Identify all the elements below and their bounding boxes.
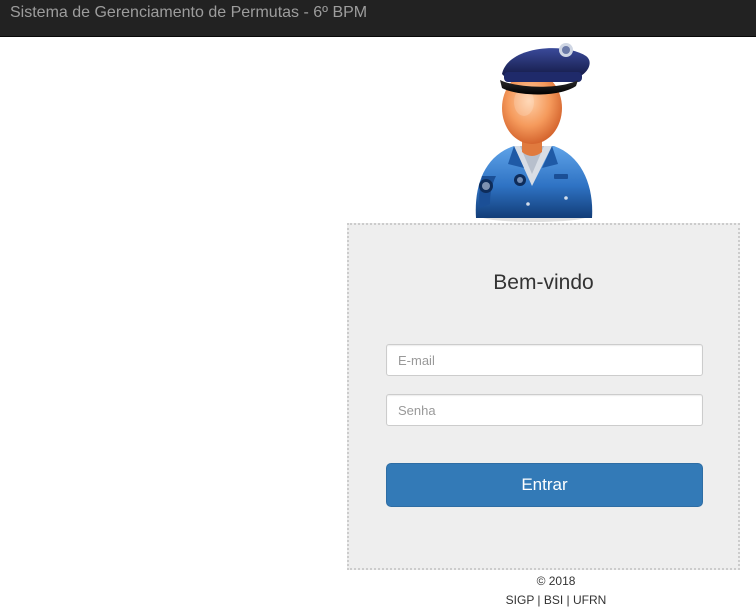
footer-copyright: © 2018 xyxy=(536,574,576,588)
login-panel: Bem-vindo Entrar xyxy=(347,223,740,570)
email-field[interactable] xyxy=(386,344,703,376)
navbar-brand-link[interactable]: Sistema de Gerenciamento de Permutas - 6… xyxy=(10,4,367,22)
top-navbar: Sistema de Gerenciamento de Permutas - 6… xyxy=(0,0,756,37)
password-field[interactable] xyxy=(386,394,703,426)
police-officer-icon xyxy=(468,36,600,224)
login-button[interactable]: Entrar xyxy=(386,463,703,507)
footer-credits: SIGP | BSI | UFRN xyxy=(505,593,607,607)
welcome-heading: Bem-vindo xyxy=(493,271,594,294)
